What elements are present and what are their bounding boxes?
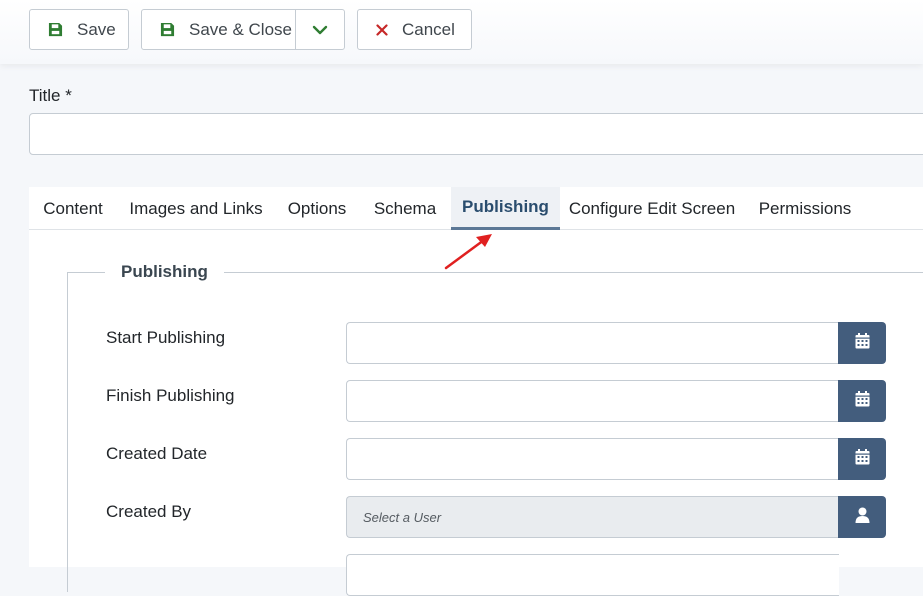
close-icon xyxy=(376,23,388,36)
created-date-calendar-button[interactable] xyxy=(838,438,886,480)
tab-options[interactable]: Options xyxy=(275,187,359,230)
created-by-label: Created By xyxy=(106,502,192,521)
created-by-field[interactable]: Select a User xyxy=(346,496,839,538)
toolbar: Save Save & Close Cancel xyxy=(0,0,923,64)
save-close-button[interactable]: Save & Close xyxy=(141,9,296,50)
user-icon xyxy=(855,507,870,528)
annotation-arrow-icon xyxy=(444,234,492,270)
tab-publishing[interactable]: Publishing xyxy=(451,187,560,230)
start-publishing-label: Start Publishing xyxy=(106,328,226,347)
tab-content[interactable]: Content xyxy=(29,187,117,230)
tab-configure-edit-screen[interactable]: Configure Edit Screen xyxy=(560,187,744,230)
calendar-icon xyxy=(855,448,870,470)
publishing-legend: Publishing xyxy=(105,262,224,282)
save-icon xyxy=(160,22,175,37)
finish-publishing-calendar-button[interactable] xyxy=(838,380,886,422)
title-input[interactable] xyxy=(29,113,923,155)
calendar-icon xyxy=(855,332,870,354)
created-date-input[interactable] xyxy=(346,438,839,480)
finish-publishing-label: Finish Publishing xyxy=(106,386,235,405)
save-icon xyxy=(48,22,63,37)
save-close-button-label: Save & Close xyxy=(189,19,292,39)
tab-schema[interactable]: Schema xyxy=(359,187,451,230)
chevron-down-icon xyxy=(312,25,328,35)
select-user-button[interactable] xyxy=(838,496,886,538)
save-options-dropdown-button[interactable] xyxy=(295,9,345,50)
tab-permissions[interactable]: Permissions xyxy=(744,187,866,230)
created-date-label: Created Date xyxy=(106,444,208,463)
cancel-button[interactable]: Cancel xyxy=(357,9,472,50)
tab-bar: Content Images and Links Options Schema … xyxy=(29,187,923,230)
finish-publishing-input[interactable] xyxy=(346,380,839,422)
save-button[interactable]: Save xyxy=(29,9,129,50)
calendar-icon xyxy=(855,390,870,412)
cancel-button-label: Cancel xyxy=(402,19,455,39)
save-button-label: Save xyxy=(77,19,116,39)
title-label: Title * xyxy=(29,86,72,105)
publishing-fieldset xyxy=(67,272,923,592)
next-field-input[interactable] xyxy=(346,554,839,596)
start-publishing-calendar-button[interactable] xyxy=(838,322,886,364)
tab-images-and-links[interactable]: Images and Links xyxy=(117,187,275,230)
start-publishing-input[interactable] xyxy=(346,322,839,364)
